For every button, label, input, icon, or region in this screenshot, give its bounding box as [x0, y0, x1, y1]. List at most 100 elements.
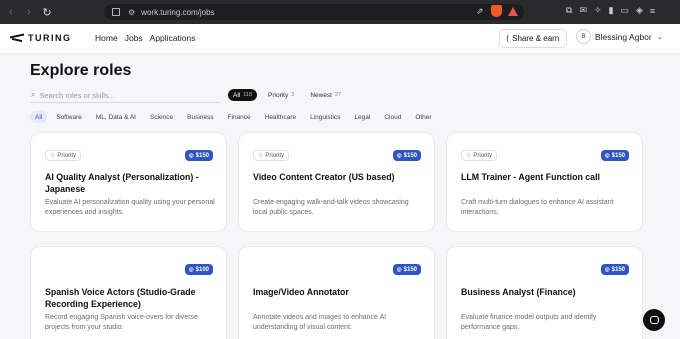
tab-label: Priority: [268, 91, 289, 99]
job-description: Evaluate finance model outputs and ident…: [461, 314, 597, 331]
job-card[interactable]: ◎ $150 Image/Video Annotator Annotate vid…: [238, 246, 435, 339]
coin-icon: ◎: [188, 152, 194, 159]
wallet-icon[interactable]: ▭: [620, 5, 629, 16]
mail-icon[interactable]: ✉: [579, 5, 587, 16]
job-card[interactable]: ◎ $100 Spanish Voice Actors (Studio-Grade…: [30, 246, 227, 339]
star-icon: ☆: [50, 153, 56, 159]
priority-label: Priority: [57, 152, 77, 159]
job-description: Annotate videos and images to enhance AI…: [253, 314, 387, 331]
category-finance[interactable]: Finance: [223, 111, 256, 123]
star-icon: ☆: [258, 153, 264, 159]
job-title: Video Content Creator (US based): [253, 172, 395, 182]
job-card[interactable]: ☆ Priority ◎ $150 Video Content Creator (U…: [238, 132, 435, 232]
pay-amount: $150: [195, 152, 209, 159]
priority-label: Priority: [265, 152, 285, 159]
logo-text: TURING: [28, 33, 72, 43]
search-input[interactable]: ⌕ Search roles or skills...: [30, 88, 220, 103]
pay-amount: $100: [195, 266, 209, 273]
category-other[interactable]: Other: [410, 111, 436, 123]
share-earn-button[interactable]: ⟨ Share & earn: [499, 29, 567, 48]
bookmark-icon[interactable]: [112, 8, 120, 16]
nav-jobs[interactable]: Jobs: [125, 33, 143, 43]
address-bar[interactable]: ⚙ work.turing.com/jobs: [104, 4, 524, 20]
pay-amount: $150: [403, 266, 417, 273]
priority-label: Priority: [473, 152, 493, 159]
main-nav: Home Jobs Applications: [95, 33, 203, 43]
pay-badge: ◎ $150: [392, 264, 421, 275]
site-settings-icon[interactable]: ⚙: [128, 8, 135, 17]
job-card[interactable]: ◎ $150 Business Analyst (Finance) Evaluat…: [446, 246, 643, 339]
job-description: Create engaging walk-and-talk videos sho…: [253, 199, 409, 216]
pay-badge: ◎ $150: [184, 150, 213, 161]
job-description: Craft multi-turn dialogues to enhance AI…: [461, 199, 614, 216]
coin-icon: ◎: [188, 266, 194, 273]
url-text[interactable]: work.turing.com/jobs: [141, 8, 214, 17]
app-header: TURING Home Jobs Applications ⟨ Share & …: [0, 24, 680, 54]
job-title: Image/Video Annotator: [253, 287, 349, 297]
pay-badge: ◎ $150: [600, 150, 629, 161]
star-icon: ☆: [466, 153, 472, 159]
job-title: LLM Trainer - Agent Function call: [461, 172, 600, 182]
tab-label: Newest: [310, 91, 332, 99]
job-title: Business Analyst (Finance): [461, 287, 576, 297]
category-all[interactable]: All: [30, 111, 48, 123]
job-description: Record engaging Spanish voice-overs for …: [45, 314, 198, 331]
tab-all[interactable]: All 118: [228, 89, 258, 101]
chat-button[interactable]: [643, 309, 665, 331]
turing-logo[interactable]: TURING: [10, 33, 72, 43]
search-icon: ⌕: [31, 90, 36, 99]
avatar: B: [576, 29, 591, 44]
sidebar-icon[interactable]: ▮: [609, 5, 614, 16]
category-science[interactable]: Science: [145, 111, 178, 123]
tab-count: 3: [291, 92, 295, 98]
coin-icon: ◎: [604, 266, 610, 273]
share-earn-label: Share & earn: [512, 34, 560, 43]
category-business[interactable]: Business: [182, 111, 218, 123]
user-menu[interactable]: B Blessing Agbor ⌄: [576, 29, 663, 44]
coin-icon: ◎: [604, 152, 610, 159]
share-page-icon[interactable]: ⇗: [476, 6, 484, 17]
brave-shield-icon[interactable]: [490, 5, 502, 17]
turing-logo-icon: [10, 33, 24, 43]
leo-icon[interactable]: ✧: [594, 5, 602, 16]
page-title: Explore roles: [30, 62, 132, 79]
job-description: Evaluate AI personalization quality usin…: [45, 199, 215, 216]
category-software[interactable]: Software: [51, 111, 87, 123]
pay-amount: $150: [611, 152, 625, 159]
priority-badge: ☆ Priority: [461, 150, 498, 161]
tab-count: 118: [243, 92, 253, 98]
tab-priority[interactable]: Priority 3: [263, 89, 299, 101]
browser-toolbar: ‹ › ↻ ⚙ work.turing.com/jobs ⇗ ⧉ ✉ ✧ ▮ ▭…: [0, 0, 680, 24]
chevron-down-icon: ⌄: [656, 33, 663, 41]
pay-badge: ◎ $100: [184, 264, 213, 275]
job-title: AI Quality Analyst (Personalization) - J…: [45, 172, 199, 194]
nav-home[interactable]: Home: [95, 33, 118, 43]
extensions-icon[interactable]: ⧉: [566, 5, 572, 16]
category-chips: All Software ML, Data & AI Science Busin…: [30, 111, 441, 123]
category-linguistics[interactable]: Linguistics: [305, 111, 345, 123]
tab-count: 27: [335, 92, 342, 98]
share-icon: ⟨: [506, 34, 510, 43]
job-card[interactable]: ☆ Priority ◎ $150 AI Quality Analyst (Pers…: [30, 132, 227, 232]
tab-newest[interactable]: Newest 27: [305, 89, 346, 101]
search-placeholder: Search roles or skills...: [39, 90, 115, 100]
category-legal[interactable]: Legal: [349, 111, 375, 123]
job-card[interactable]: ☆ Priority ◎ $150 LLM Trainer - Agent Func…: [446, 132, 643, 232]
user-name: Blessing Agbor: [595, 31, 652, 42]
category-ml-data-ai[interactable]: ML, Data & AI: [91, 111, 141, 123]
vpn-icon[interactable]: ◈: [636, 5, 643, 16]
forward-icon[interactable]: ›: [22, 6, 36, 18]
pay-badge: ◎ $150: [392, 150, 421, 161]
filter-tabs: All 118 Priority 3 Newest 27: [228, 89, 352, 101]
brave-rewards-icon[interactable]: [507, 6, 518, 16]
tab-label: All: [233, 91, 241, 99]
category-healthcare[interactable]: Healthcare: [260, 111, 301, 123]
pay-amount: $150: [611, 266, 625, 273]
back-icon[interactable]: ‹: [4, 6, 18, 18]
priority-badge: ☆ Priority: [253, 150, 290, 161]
reload-icon[interactable]: ↻: [40, 6, 54, 19]
category-cloud[interactable]: Cloud: [379, 111, 406, 123]
menu-icon[interactable]: ≡: [650, 6, 655, 16]
pay-amount: $150: [403, 152, 417, 159]
nav-applications[interactable]: Applications: [150, 33, 196, 43]
